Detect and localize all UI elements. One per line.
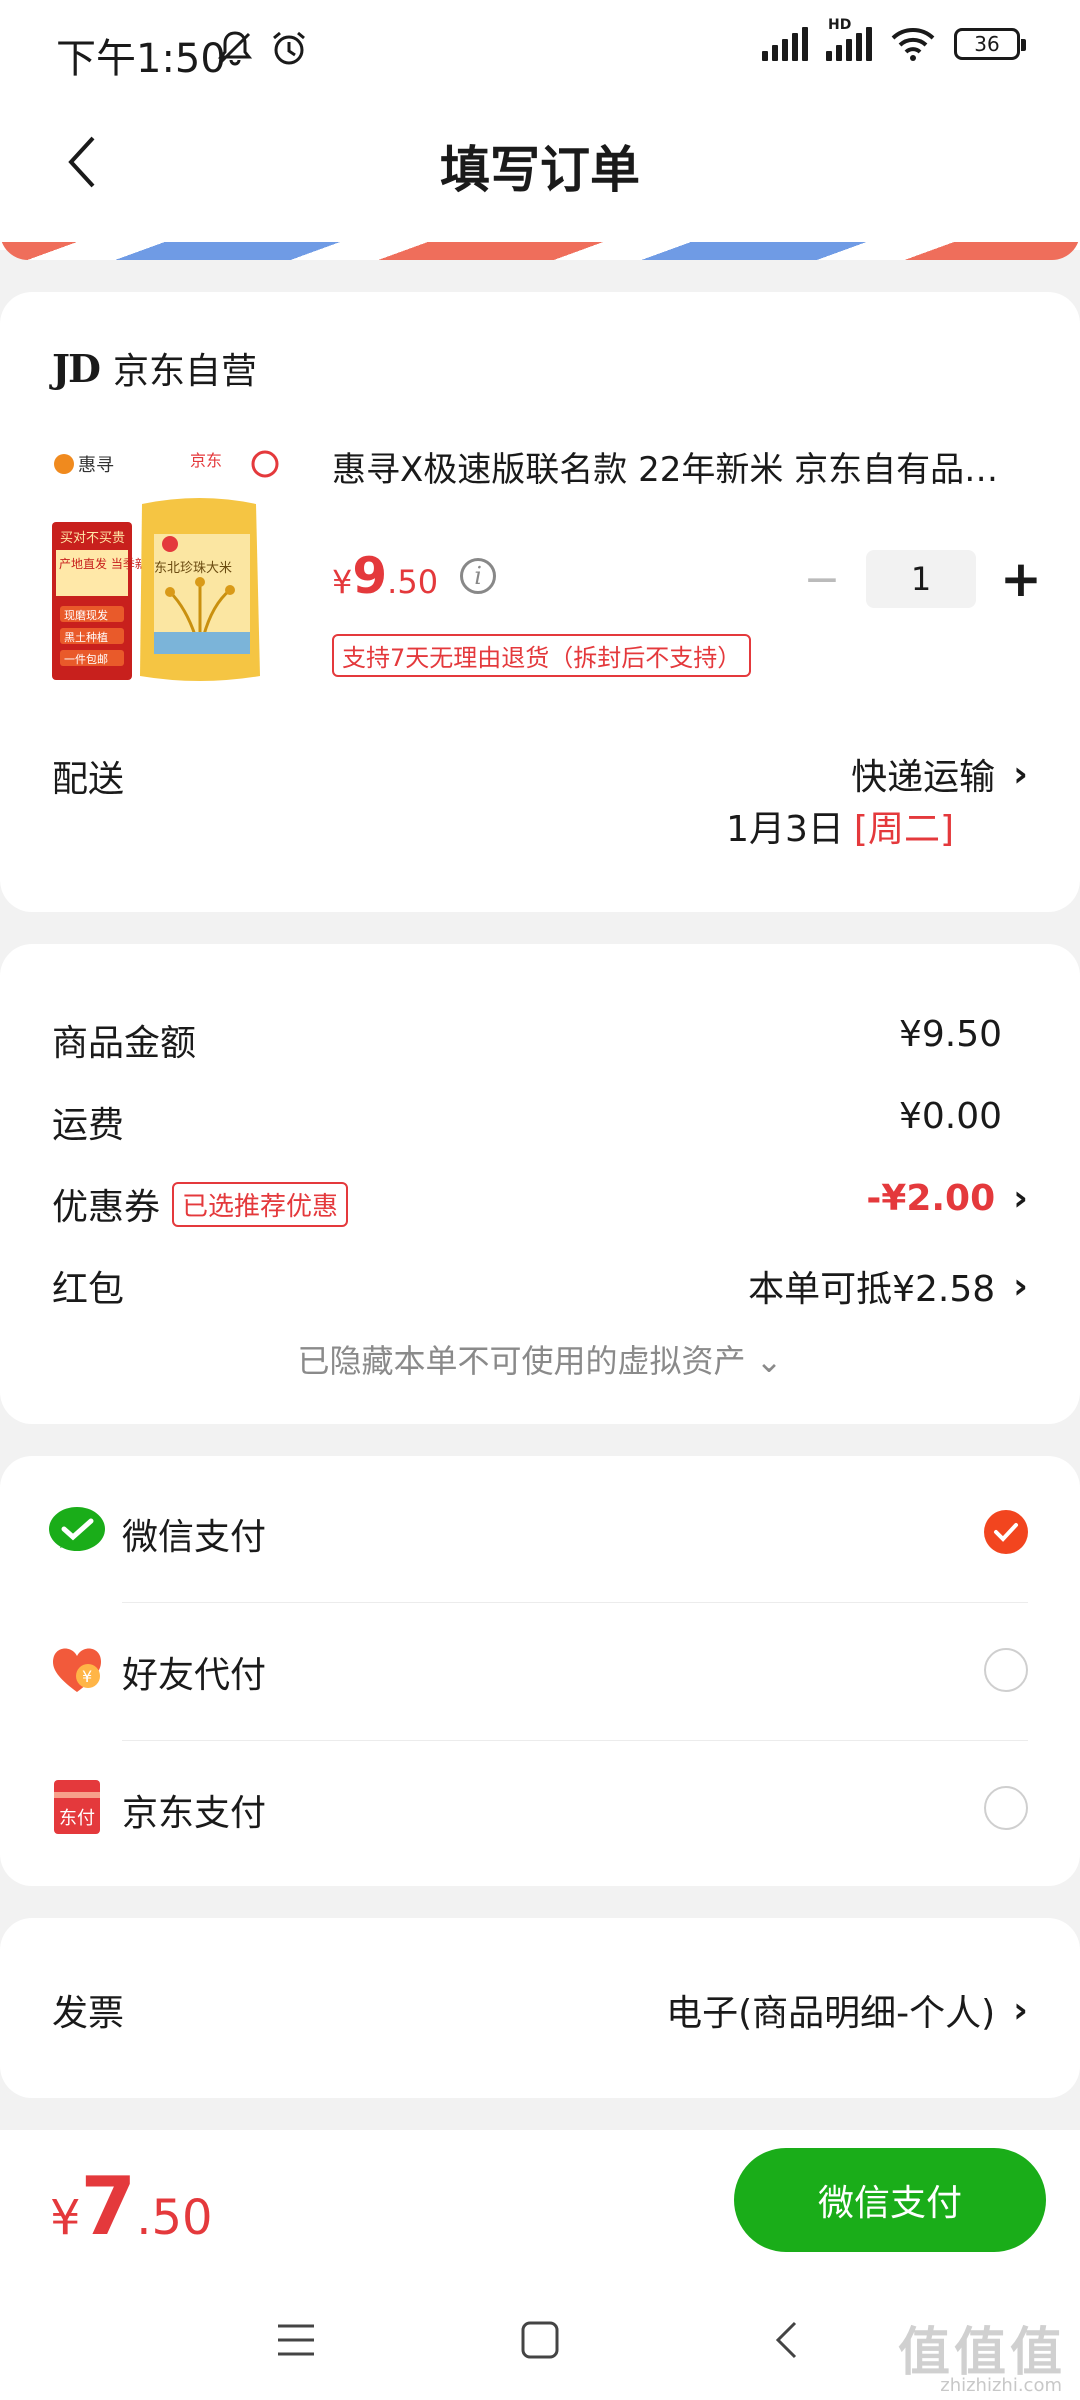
wifi-icon xyxy=(891,28,935,61)
payment-option-jd[interactable]: 东付 京东支付 xyxy=(0,1740,1080,1878)
redpacket-value[interactable]: 本单可抵¥2.58 › xyxy=(748,1260,1028,1312)
image-brand-right: 京东 xyxy=(190,451,222,470)
page-title: 填写订单 xyxy=(440,141,640,199)
delivery-date[interactable]: 1月3日 [周二] xyxy=(726,800,954,852)
chevron-right-icon: › xyxy=(1013,753,1028,795)
radio-friend[interactable] xyxy=(984,1648,1028,1692)
radio-wechat-selected[interactable] xyxy=(984,1510,1028,1554)
product-image[interactable]: 惠寻 京东 买对不买贵 产地直发 当季新米 现磨现发 黑土种植 一件包邮 东北珍… xyxy=(50,442,300,692)
chevron-right-icon: › xyxy=(1013,1178,1028,1219)
svg-text:¥: ¥ xyxy=(82,1667,92,1686)
increase-quantity-button[interactable]: + xyxy=(1000,550,1042,608)
friend-pay-icon: ¥ xyxy=(52,1648,102,1692)
quantity-stepper: − 1 + xyxy=(802,550,1042,608)
system-back-button[interactable] xyxy=(756,2310,816,2370)
decrease-quantity-button[interactable]: − xyxy=(802,554,842,605)
product-title[interactable]: 惠寻X极速版联名款 22年新米 京东自有品牌 东北大米 珍珠米 5kg xyxy=(332,442,1032,491)
wechat-pay-button[interactable]: 微信支付 xyxy=(734,2148,1046,2252)
return-policy-tag: 支持7天无理由退货（拆封后不支持） xyxy=(332,634,752,677)
menu-button[interactable] xyxy=(266,2310,326,2370)
radio-jd[interactable] xyxy=(984,1786,1028,1830)
image-tag-3: 一件包邮 xyxy=(64,653,108,666)
image-brand-left: 惠寻 xyxy=(78,455,114,476)
watermark: 值值值 xyxy=(897,2323,1066,2383)
jd-pay-icon-text: 东付 xyxy=(59,1808,95,1829)
status-time: 下午1:50 xyxy=(56,36,226,82)
invoice-label: 发票 xyxy=(52,1993,125,2034)
image-tag-1: 现磨现发 xyxy=(64,608,108,622)
jd-pay-icon: 东付 xyxy=(54,1780,100,1834)
watermark-url: zhizhizhi.com xyxy=(940,2375,1062,2396)
image-banner-top: 买对不买贵 xyxy=(60,531,125,546)
chevron-right-icon: › xyxy=(1013,1265,1028,1307)
home-icon xyxy=(521,2321,559,2359)
goods-amount-label: 商品金额 xyxy=(52,1023,197,1064)
address-strip-top xyxy=(0,228,1080,242)
invoice-card[interactable]: 发票 电子(商品明细-个人) › xyxy=(0,1918,1080,2098)
payment-option-friend[interactable]: ¥ 好友代付 xyxy=(0,1602,1080,1740)
product-card: JD 京东自营 惠寻 京东 买对不买贵 产地直发 当季新米 现磨现发 黑土种植 … xyxy=(0,292,1080,912)
info-icon[interactable]: i xyxy=(460,558,497,594)
redpacket-label: 红包 xyxy=(52,1269,125,1310)
payment-option-wechat[interactable]: 微信支付 xyxy=(0,1464,1080,1602)
chevron-left-icon xyxy=(775,2321,797,2359)
delivery-method[interactable]: 快递运输 › xyxy=(851,748,1028,800)
battery-icon: 36 xyxy=(954,28,1026,60)
total-price: ¥ 7 .50 xyxy=(50,2160,213,2253)
invoice-value[interactable]: 电子(商品明细-个人) › xyxy=(666,1984,1028,2036)
image-bag-title: 东北珍珠大米 xyxy=(154,561,232,576)
chevron-right-icon: › xyxy=(1013,1989,1028,2031)
menu-icon xyxy=(278,2324,314,2356)
coupon-value[interactable]: -¥2.00 › xyxy=(866,1178,1028,1219)
shipping-value: ¥0.00 xyxy=(898,1096,1002,1137)
signal-icon xyxy=(762,27,808,61)
shipping-label: 运费 xyxy=(52,1105,125,1146)
status-right-icons: HD 36 xyxy=(762,17,1026,62)
checkout-bar: ¥ 7 .50 微信支付 xyxy=(0,2130,1080,2280)
mute-bell-icon xyxy=(217,31,253,66)
hidden-assets-toggle[interactable]: 已隐藏本单不可使用的虚拟资产 ⌄ xyxy=(0,1336,1080,1382)
shop-header[interactable]: JD 京东自营 xyxy=(52,342,257,394)
jd-logo: JD xyxy=(52,345,101,391)
home-button[interactable] xyxy=(510,2310,570,2370)
signal-hd-icon: HD xyxy=(826,17,872,61)
status-left-icons xyxy=(215,28,309,68)
goods-amount-value: ¥9.50 xyxy=(898,1014,1002,1055)
check-icon xyxy=(994,1523,1018,1542)
status-bar: 下午1:50 HD 36 xyxy=(0,0,1080,100)
product-price: ¥ 9 .50 i xyxy=(332,547,497,605)
coupon-tag: 已选推荐优惠 xyxy=(172,1182,349,1227)
coupon-label: 优惠券 xyxy=(52,1187,161,1228)
delivery-label: 配送 xyxy=(52,759,125,800)
shop-name: 京东自营 xyxy=(112,351,257,392)
alarm-icon xyxy=(273,31,305,65)
image-tag-2: 黑土种植 xyxy=(64,630,108,644)
payment-card: 微信支付 ¥ 好友代付 东付 京东支付 xyxy=(0,1456,1080,1886)
order-summary-card: 商品金额 ¥9.50 运费 ¥0.00 优惠券 已选推荐优惠 -¥2.00 › … xyxy=(0,944,1080,1424)
quantity-input[interactable]: 1 xyxy=(866,550,976,608)
wechat-icon xyxy=(49,1507,105,1551)
